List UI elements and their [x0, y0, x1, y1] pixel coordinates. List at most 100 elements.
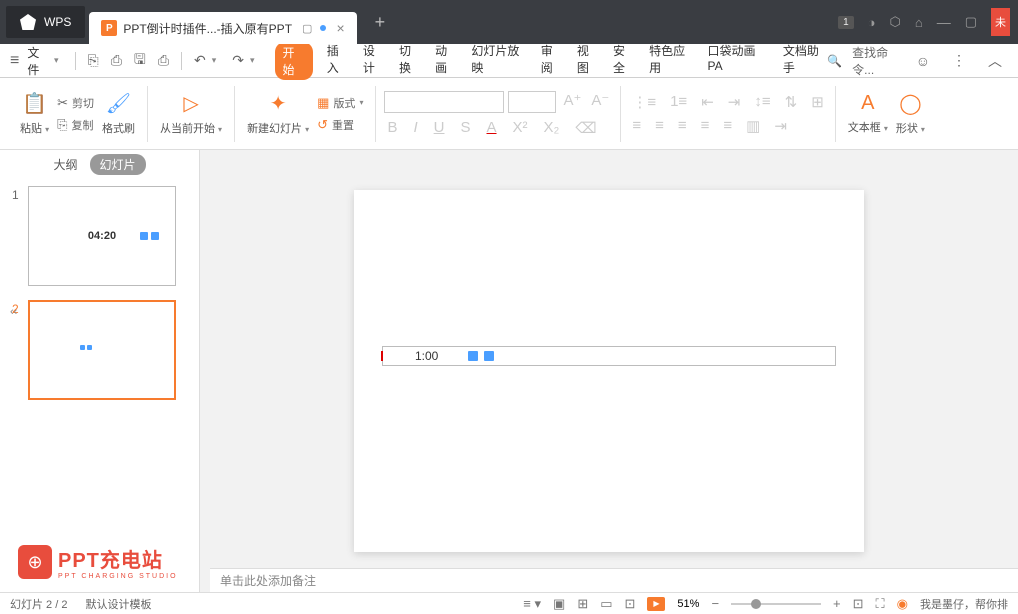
tab-security[interactable]: 安全 [613, 42, 635, 80]
thumbnail-item[interactable]: 2 [12, 300, 187, 400]
wps-home-button[interactable]: WPS [6, 6, 85, 38]
save-icon[interactable]: 🖫 [134, 49, 146, 73]
tab-slideshow[interactable]: 幻灯片放映 [471, 42, 526, 80]
slideshow-button[interactable]: ▶ [647, 597, 665, 611]
outline-tab[interactable]: 大纲 [53, 156, 77, 173]
reset-button[interactable]: ↺重置 [313, 115, 367, 135]
notes-toggle-icon[interactable]: ⊡ [625, 596, 636, 612]
decrease-font-icon[interactable]: A⁻ [591, 91, 609, 113]
tab-doc-helper[interactable]: 文档助手 [783, 42, 827, 80]
minimize-button[interactable]: — [937, 14, 951, 30]
timer-text[interactable]: 1:00 [415, 349, 438, 363]
increase-font-icon[interactable]: A⁺ [563, 91, 581, 113]
italic-icon[interactable]: I [413, 119, 417, 137]
print-icon[interactable]: ⎙ [158, 52, 169, 69]
columns-icon[interactable]: ▥ [746, 117, 760, 135]
fullscreen-icon[interactable]: ⛶ [876, 596, 885, 612]
strike-icon[interactable]: S [460, 119, 470, 137]
thumbnail-slide[interactable]: 04:20 [28, 186, 176, 286]
cut-button[interactable]: ✂剪切 [53, 93, 98, 113]
underline-icon[interactable]: U [434, 119, 445, 137]
play-element-icon[interactable] [468, 351, 478, 361]
superscript-icon[interactable]: X² [513, 119, 528, 137]
menu-icon[interactable]: ≡ [10, 52, 19, 70]
skin-icon[interactable]: ◑ [868, 15, 876, 30]
tab-transition[interactable]: 切换 [399, 42, 421, 80]
more-icon[interactable]: ⋮ [952, 52, 966, 69]
align-justify-icon[interactable]: ≡ [701, 117, 710, 135]
search-command[interactable]: 查找命令... [852, 44, 900, 78]
new-slide-button[interactable]: ✦ 新建幻灯片 ▾ [243, 91, 313, 136]
tab-close-button[interactable]: × [336, 20, 344, 36]
tab-review[interactable]: 审阅 [541, 42, 563, 80]
tab-pocket-anim[interactable]: 口袋动画 PA [707, 42, 768, 80]
tab-animation[interactable]: 动画 [435, 42, 457, 80]
sorter-view-icon[interactable]: ⊞ [577, 596, 588, 612]
bold-icon[interactable]: B [387, 119, 397, 137]
notes-area[interactable]: 单击此处添加备注 [210, 568, 1018, 592]
number-icon[interactable]: 1≡ [670, 93, 687, 111]
tab-featured[interactable]: 特色应用 [649, 42, 693, 80]
slides-tab[interactable]: 幻灯片 [90, 154, 146, 175]
align-dist-icon[interactable]: ≡ [723, 117, 732, 135]
font-size-select[interactable] [508, 91, 556, 113]
shirt-icon[interactable]: ⌂ [915, 15, 923, 30]
align-right-icon[interactable]: ≡ [678, 117, 687, 135]
zoom-slider[interactable] [731, 603, 821, 605]
font-color-icon[interactable]: A [487, 119, 497, 137]
tab-start[interactable]: 开始 [275, 42, 313, 80]
file-menu[interactable]: 文件 [27, 44, 50, 78]
open-icon[interactable]: ⎙ [111, 52, 122, 69]
normal-view-icon[interactable]: ▣ [553, 596, 565, 612]
align-left-icon[interactable]: ≡ [632, 117, 641, 135]
zoom-in-button[interactable]: + [833, 596, 841, 611]
slide-canvas[interactable]: 1:00 [354, 190, 864, 552]
reading-view-icon[interactable]: ▭ [600, 596, 612, 612]
new-tab-button[interactable]: + [375, 12, 386, 33]
cloud-icon[interactable]: ⬡ [889, 14, 900, 30]
smile-icon[interactable]: ☺ [916, 53, 930, 69]
maximize-button[interactable]: ▢ [965, 14, 977, 30]
collapse-pane-button[interactable]: ‹‹ [10, 306, 17, 318]
subscript-icon[interactable]: X₂ [544, 119, 560, 137]
undo-icon[interactable]: ↶ [194, 52, 206, 69]
collapse-ribbon-icon[interactable]: ︿ [988, 51, 1002, 71]
zoom-level[interactable]: 51% [677, 598, 699, 610]
zoom-out-button[interactable]: − [711, 596, 719, 611]
assistant-icon[interactable]: ◉ [897, 596, 908, 612]
text-box-button[interactable]: A 文本框 ▾ [844, 92, 892, 135]
new-doc-icon[interactable]: ⎘ [88, 52, 99, 69]
bullet-icon[interactable]: ⋮≡ [632, 93, 656, 111]
align-center-icon[interactable]: ≡ [655, 117, 664, 135]
notes-view-icon[interactable]: ≡ ▾ [523, 596, 541, 612]
from-current-button[interactable]: ▷ 从当前开始 ▾ [156, 91, 226, 136]
redo-icon[interactable]: ↷ [232, 52, 244, 69]
zoom-thumb[interactable] [751, 599, 761, 609]
text-frame[interactable]: 1:00 [382, 346, 836, 366]
document-tab[interactable]: P PPT倒计时插件...-插入原有PPT ▢ × [89, 12, 356, 44]
layout-button[interactable]: ▦版式 ▾ [313, 93, 367, 113]
shape-button[interactable]: ◯ 形状 ▾ [892, 91, 929, 136]
tab-insert[interactable]: 插入 [327, 42, 349, 80]
font-family-select[interactable] [384, 91, 504, 113]
indent-inc-icon[interactable]: ⇥ [728, 93, 741, 111]
indent-dec-icon[interactable]: ⇤ [701, 93, 714, 111]
stop-element-icon[interactable] [484, 351, 494, 361]
tab-design[interactable]: 设计 [363, 42, 385, 80]
copy-button[interactable]: ⎘复制 [53, 115, 98, 135]
fit-window-icon[interactable]: ⊡ [853, 596, 864, 612]
canvas-area[interactable]: 1:00 [200, 150, 1018, 592]
paste-button[interactable]: 📋 粘贴 ▾ [16, 91, 53, 136]
tab-view[interactable]: 视图 [577, 42, 599, 80]
format-painter-button[interactable]: 🖌 格式刷 [98, 91, 139, 136]
align-text-icon[interactable]: ⊞ [811, 93, 824, 111]
thumbnail-item[interactable]: 1 04:20 [12, 186, 187, 286]
tab-icon[interactable]: ⇥ [774, 117, 787, 135]
text-direction-icon[interactable]: ⇅ [785, 93, 798, 111]
line-spacing-icon[interactable]: ↕≡ [754, 93, 770, 111]
assistant-text[interactable]: 我是墨仔，帮你排 [920, 596, 1008, 612]
clear-format-icon[interactable]: ⌫ [575, 119, 596, 137]
notification-badge[interactable]: 1 [838, 16, 854, 29]
thumbnail-slide-active[interactable] [28, 300, 176, 400]
login-button[interactable]: 未 [991, 8, 1010, 36]
